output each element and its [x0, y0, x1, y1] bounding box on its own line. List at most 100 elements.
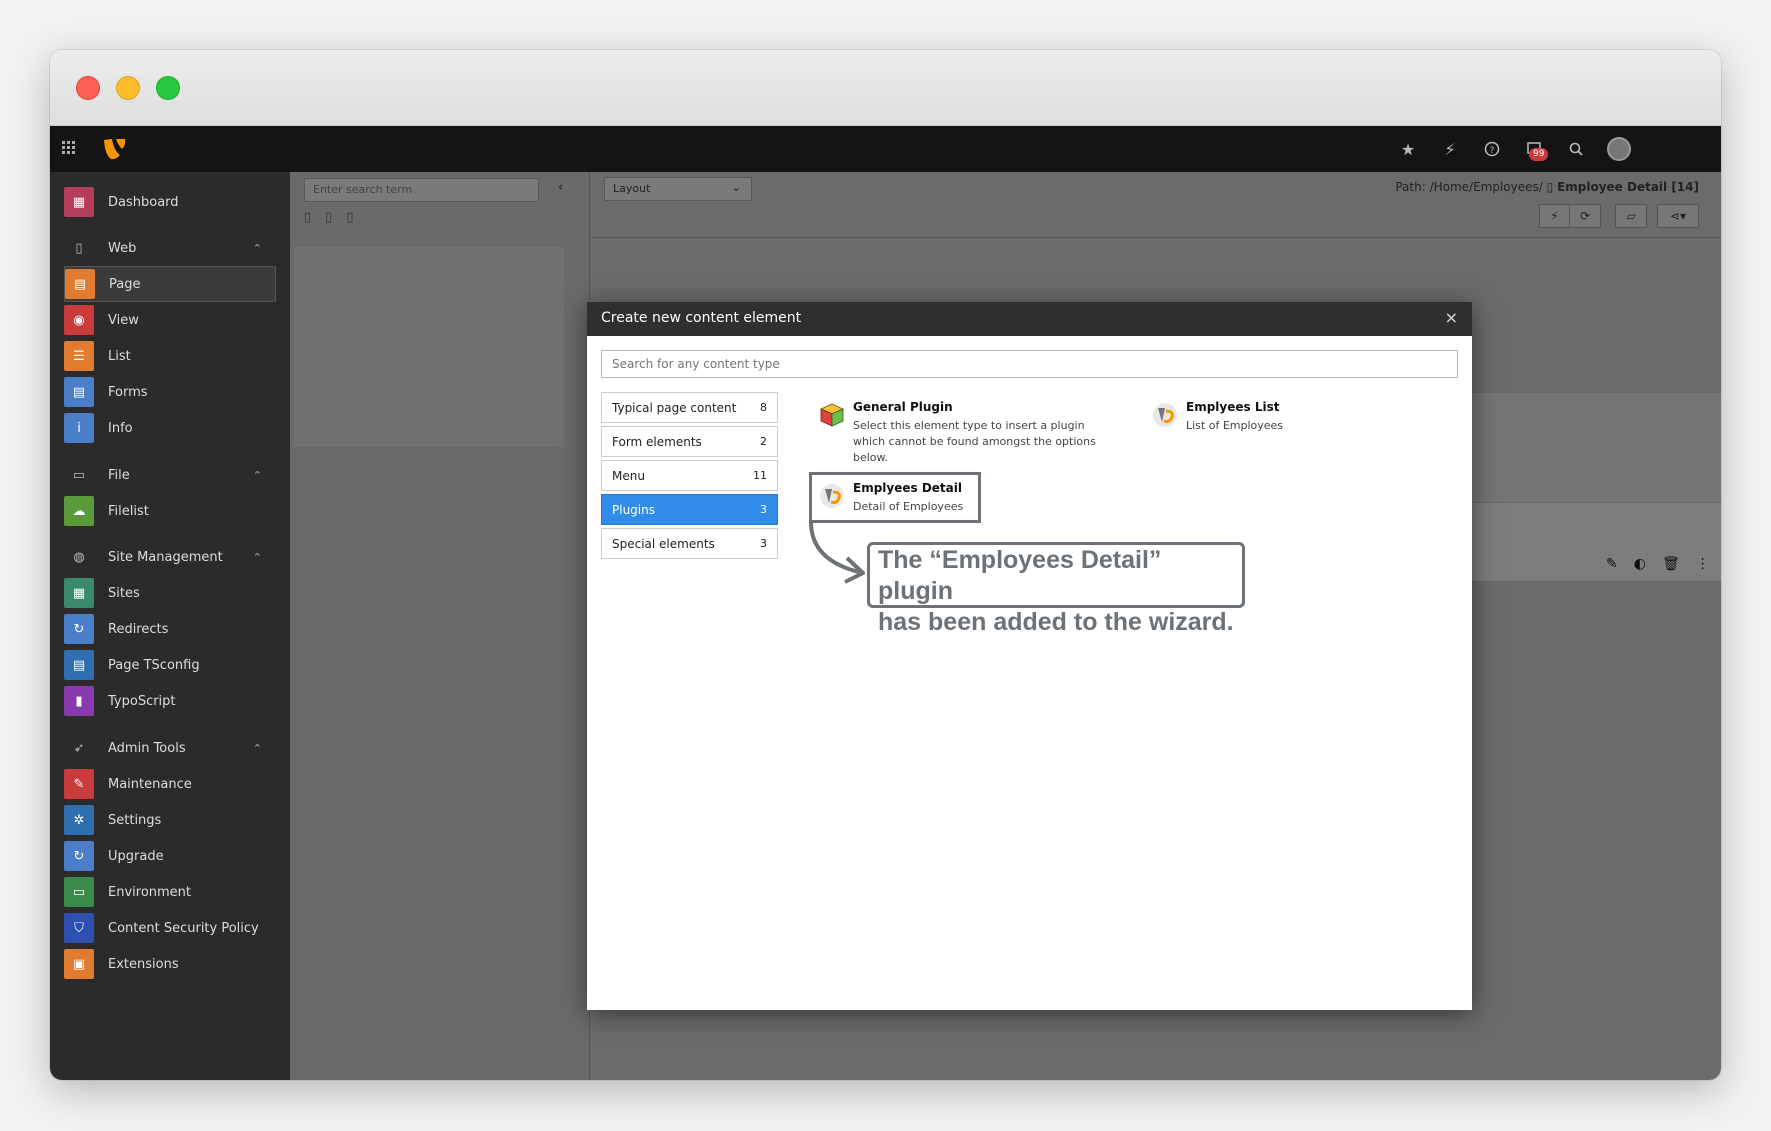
module-docheader: Layout ⌄ Path: /Home/Employees/ ▯ Employ…	[590, 172, 1721, 238]
category-typical-page-content[interactable]: Typical page content 8	[601, 392, 778, 423]
wrench-icon: ✎	[64, 769, 94, 799]
list-icon: ☰	[64, 341, 94, 371]
sidebar-item-content-security-policy[interactable]: ⛉ Content Security Policy	[64, 910, 276, 946]
maximize-window-button[interactable]	[156, 76, 180, 100]
category-label: Plugins	[612, 502, 655, 517]
close-icon[interactable]: ×	[1445, 308, 1458, 327]
modal-header: Create new content element ×	[587, 302, 1472, 336]
category-count: 2	[760, 435, 767, 448]
sidebar-item-environment[interactable]: ▭ Environment	[64, 874, 276, 910]
dashboard-icon: ▦	[64, 187, 94, 217]
new-folder-icon[interactable]: ▯	[346, 210, 353, 225]
tree-toolbar: ▯ ▯ ▯	[304, 210, 353, 225]
window-titlebar	[50, 50, 1721, 126]
new-page-icon[interactable]: ▯	[304, 210, 311, 225]
sidebar-item-info[interactable]: i Info	[64, 410, 276, 446]
sidebar-item-label: Environment	[108, 884, 192, 900]
sidebar-item-view[interactable]: ◉ View	[64, 302, 276, 338]
search-icon[interactable]	[1565, 138, 1587, 160]
annotation-line-2: has been added to the wizard.	[878, 608, 1234, 636]
sidebar-item-web[interactable]: ▯ Web ⌃	[64, 230, 276, 266]
sidebar-item-forms[interactable]: ▤ Forms	[64, 374, 276, 410]
plugin-box-icon	[819, 402, 845, 428]
more-options-icon[interactable]: ⋮	[1696, 556, 1710, 572]
collapse-tree-icon[interactable]: ‹	[558, 180, 563, 195]
sidebar-item-list[interactable]: ☰ List	[64, 338, 276, 374]
flash-action-icon[interactable]: ⚡	[1540, 205, 1570, 227]
module-sidebar: ▦ Dashboard ▯ Web ⌃ ▤ Page ◉ View ☰ List ▤ Forms i Inf…	[50, 172, 290, 1080]
category-menu[interactable]: Menu 11	[601, 460, 778, 491]
sidebar-item-dashboard[interactable]: ▦ Dashboard	[64, 184, 276, 220]
user-avatar[interactable]	[1607, 137, 1631, 161]
tree-search-input[interactable]: Enter search term	[304, 178, 539, 202]
sidebar-item-page[interactable]: ▤ Page	[64, 266, 276, 302]
system-info-icon[interactable]: 99	[1523, 138, 1549, 161]
page-tree-pane: Enter search term ‹ ▯ ▯ ▯	[290, 172, 590, 1080]
sidebar-item-settings[interactable]: ✲ Settings	[64, 802, 276, 838]
element-emplyees-list[interactable]: Emplyees List List of Employees	[1152, 400, 1412, 434]
category-label: Form elements	[612, 434, 702, 449]
typo3-topbar: ★ ⚡ ? 99	[50, 126, 1721, 172]
sidebar-item-upgrade[interactable]: ↻ Upgrade	[64, 838, 276, 874]
chevron-up-icon[interactable]: ⌃	[253, 742, 262, 755]
chevron-up-icon[interactable]: ⌃	[253, 242, 262, 255]
info-icon: i	[64, 413, 94, 443]
category-form-elements[interactable]: Form elements 2	[601, 426, 778, 457]
path-prefix: Path: /Home/Employees/	[1395, 180, 1543, 194]
sidebar-item-admin-tools[interactable]: ➶ Admin Tools ⌃	[64, 730, 276, 766]
help-icon[interactable]: ?	[1481, 138, 1503, 160]
edit-pencil-icon[interactable]: ✎	[1606, 556, 1618, 572]
main-content: Enter search term ‹ ▯ ▯ ▯ Layout ⌄ Path:…	[290, 172, 1721, 1080]
sidebar-item-maintenance[interactable]: ✎ Maintenance	[64, 766, 276, 802]
browser-window: ★ ⚡ ? 99 ▦ Dashboard ▯ Web ⌃ ▤ Page ◉ View ☰ List ▤…	[50, 50, 1721, 1080]
sidebar-item-page-tsconfig[interactable]: ▤ Page TSconfig	[64, 647, 276, 683]
gear-icon: ✲	[64, 805, 94, 835]
refresh-icon[interactable]: ⟳	[1570, 205, 1600, 227]
layout-select[interactable]: Layout ⌄	[604, 177, 752, 201]
category-label: Special elements	[612, 536, 715, 551]
category-plugins[interactable]: Plugins 3	[601, 494, 778, 525]
sidebar-item-label: Filelist	[108, 503, 149, 519]
typo3-logo-icon[interactable]	[102, 137, 128, 161]
modal-title: Create new content element	[601, 310, 802, 326]
extbase-plugin-icon	[1152, 402, 1178, 428]
tsconfig-icon: ▤	[64, 650, 94, 680]
sidebar-item-site-management[interactable]: ◍ Site Management ⌃	[64, 539, 276, 575]
new-shortcut-icon[interactable]: ▯	[325, 210, 332, 225]
flash-icon[interactable]: ⚡	[1439, 138, 1461, 160]
note-icon[interactable]: ▱	[1616, 205, 1646, 227]
page-module-icon: ▤	[65, 269, 95, 299]
element-description: Select this element type to insert a plu…	[853, 419, 1096, 464]
element-title: General Plugin	[853, 400, 953, 414]
element-general-plugin[interactable]: General Plugin Select this element type …	[819, 400, 1119, 466]
category-special-elements[interactable]: Special elements 3	[601, 528, 778, 559]
cloud-icon: ☁	[64, 496, 94, 526]
share-button[interactable]: ⋖▾	[1657, 204, 1699, 228]
sidebar-item-extensions[interactable]: ▣ Extensions	[64, 946, 276, 982]
sidebar-item-label: Extensions	[108, 956, 179, 972]
sidebar-item-label: Sites	[108, 585, 140, 601]
sidebar-item-filelist[interactable]: ☁ Filelist	[64, 493, 276, 529]
sidebar-item-label: Upgrade	[108, 848, 164, 864]
element-title: Emplyees List	[1186, 400, 1280, 414]
module-menu-toggle-icon[interactable]	[62, 141, 78, 157]
content-type-search-input[interactable]	[601, 350, 1458, 378]
page-doc-icon: ▯	[1546, 180, 1558, 194]
bookmark-star-icon[interactable]: ★	[1397, 138, 1419, 160]
sidebar-item-file[interactable]: ▭ File ⌃	[64, 457, 276, 493]
sidebar-item-redirects[interactable]: ↻ Redirects	[64, 611, 276, 647]
sidebar-item-label: Info	[108, 420, 133, 436]
close-window-button[interactable]	[76, 76, 100, 100]
toggle-visibility-icon[interactable]: ◐	[1634, 556, 1646, 572]
sidebar-item-label: TypoScript	[108, 693, 176, 709]
minimize-window-button[interactable]	[116, 76, 140, 100]
monitor-icon: ▭	[64, 877, 94, 907]
chevron-up-icon[interactable]: ⌃	[253, 551, 262, 564]
trash-icon[interactable]: 🗑	[1662, 556, 1680, 572]
sidebar-item-label: List	[108, 348, 131, 364]
sidebar-item-sites[interactable]: ▦ Sites	[64, 575, 276, 611]
svg-text:?: ?	[1490, 146, 1495, 156]
chevron-up-icon[interactable]: ⌃	[253, 469, 262, 482]
chevron-down-icon: ⌄	[731, 181, 741, 194]
sidebar-item-typoscript[interactable]: ▮ TypoScript	[64, 683, 276, 719]
